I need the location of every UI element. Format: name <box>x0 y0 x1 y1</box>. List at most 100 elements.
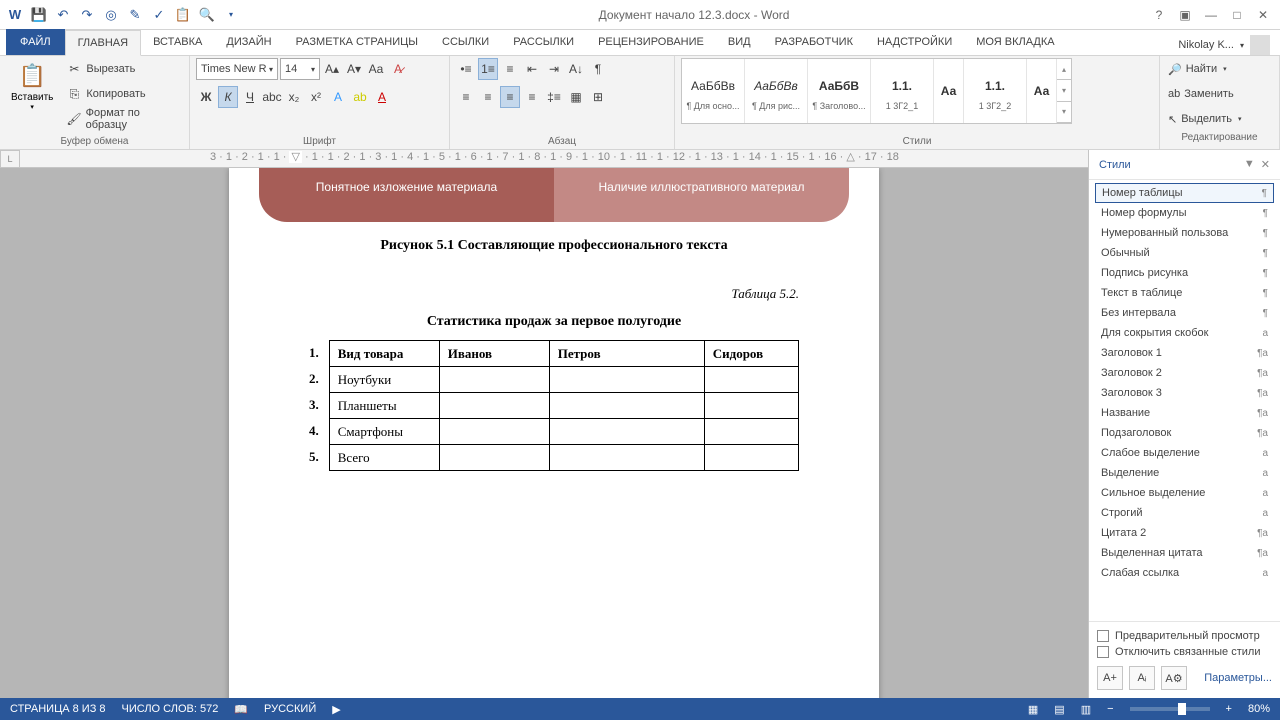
style-list-item[interactable]: Нумерованный пользова¶ <box>1095 223 1274 243</box>
view-print-icon[interactable]: ▤ <box>1054 703 1064 716</box>
format-painter-button[interactable]: 🖌Формат по образцу <box>62 108 183 130</box>
increase-indent-icon[interactable]: ⇥ <box>544 58 564 80</box>
style-list-item[interactable]: Строгийa <box>1095 503 1274 523</box>
tab-insert[interactable]: ВСТАВКА <box>141 29 214 55</box>
new-style-button[interactable]: A+ <box>1097 666 1123 690</box>
tab-file[interactable]: ФАЙЛ <box>6 29 65 55</box>
numbering-icon[interactable]: 1≡ <box>478 58 498 80</box>
save-icon[interactable]: 💾 <box>28 4 50 26</box>
bold-icon[interactable]: Ж <box>196 86 216 108</box>
align-center-icon[interactable]: ≡ <box>478 86 498 108</box>
style-list-item[interactable]: Обычный¶ <box>1095 243 1274 263</box>
language-status[interactable]: РУССКИЙ <box>264 703 316 715</box>
style-item[interactable]: АаБбВв¶ Для рис... <box>745 59 808 123</box>
tab-home[interactable]: ГЛАВНАЯ <box>65 30 141 56</box>
ruler-corner[interactable]: L <box>0 150 20 168</box>
disable-linked-checkbox[interactable]: Отключить связанные стили <box>1097 646 1272 658</box>
font-color-icon[interactable]: A <box>372 86 392 108</box>
zoom-level[interactable]: 80% <box>1248 703 1270 715</box>
view-read-icon[interactable]: ▦ <box>1028 703 1038 716</box>
tab-dev[interactable]: РАЗРАБОТЧИК <box>763 29 865 55</box>
view-web-icon[interactable]: ▥ <box>1081 703 1091 716</box>
pane-dropdown-icon[interactable]: ▼ <box>1244 158 1255 171</box>
borders-icon[interactable]: ⊞ <box>588 86 608 108</box>
redo-icon[interactable]: ↷ <box>76 4 98 26</box>
strike-icon[interactable]: abc <box>262 86 282 108</box>
manage-styles-button[interactable]: A⚙ <box>1161 666 1187 690</box>
tab-mail[interactable]: РАССЫЛКИ <box>501 29 586 55</box>
style-list-item[interactable]: Номер формулы¶ <box>1095 203 1274 223</box>
document-scroll[interactable]: Понятное изложение материала Наличие илл… <box>20 168 1088 698</box>
select-button[interactable]: ↖Выделить▾ <box>1168 108 1271 130</box>
qat-icon[interactable]: 🔍 <box>196 4 218 26</box>
grow-font-icon[interactable]: A▴ <box>322 58 342 80</box>
style-list-item[interactable]: Выделенная цитата¶a <box>1095 543 1274 563</box>
style-list-item[interactable]: Слабая ссылкаa <box>1095 563 1274 583</box>
change-case-icon[interactable]: Aa <box>366 58 386 80</box>
italic-icon[interactable]: К <box>218 86 238 108</box>
gallery-scroll[interactable]: ▴▾▾ <box>1057 59 1071 123</box>
style-list-item[interactable]: Выделениеa <box>1095 463 1274 483</box>
style-item[interactable]: Аа <box>934 59 964 123</box>
zoom-slider[interactable] <box>1130 707 1210 711</box>
tab-addins[interactable]: НАДСТРОЙКИ <box>865 29 964 55</box>
copy-button[interactable]: ⎘Копировать <box>62 83 183 105</box>
style-list-item[interactable]: Без интервала¶ <box>1095 303 1274 323</box>
replace-button[interactable]: abЗаменить <box>1168 83 1271 105</box>
style-list-item[interactable]: Подпись рисунка¶ <box>1095 263 1274 283</box>
style-list-item[interactable]: Подзаголовок¶a <box>1095 423 1274 443</box>
word-count[interactable]: ЧИСЛО СЛОВ: 572 <box>122 703 219 715</box>
style-item[interactable]: АаБбВ¶ Заголово... <box>808 59 871 123</box>
qat-icon[interactable]: ✎ <box>124 4 146 26</box>
font-size-combo[interactable]: 14▾ <box>280 58 320 80</box>
style-list-item[interactable]: Текст в таблице¶ <box>1095 283 1274 303</box>
style-inspector-button[interactable]: Aᵢ <box>1129 666 1155 690</box>
smartart-shape[interactable]: Понятное изложение материала Наличие илл… <box>259 168 849 222</box>
pane-close-icon[interactable]: ✕ <box>1261 158 1270 171</box>
qat-icon[interactable]: 📋 <box>172 4 194 26</box>
bullets-icon[interactable]: •≡ <box>456 58 476 80</box>
subscript-icon[interactable]: x₂ <box>284 86 304 108</box>
horizontal-ruler[interactable]: 3 · 1 · 2 · 1 · 1 · ▽ · 1 · 1 · 2 · 1 · … <box>20 150 1088 168</box>
find-button[interactable]: 🔎Найти▾ <box>1168 58 1271 80</box>
qat-dropdown-icon[interactable]: ▾ <box>220 4 242 26</box>
style-list[interactable]: Номер таблицы¶Номер формулы¶Нумерованный… <box>1089 180 1280 621</box>
sort-icon[interactable]: A↓ <box>566 58 586 80</box>
ribbon-options-icon[interactable]: ▣ <box>1174 5 1196 25</box>
maximize-icon[interactable]: □ <box>1226 5 1248 25</box>
text-effects-icon[interactable]: A <box>328 86 348 108</box>
paste-button[interactable]: 📋 Вставить ▾ <box>6 58 58 113</box>
styles-gallery[interactable]: АаБбВв¶ Для осно... АаБбВв¶ Для рис... А… <box>681 58 1072 124</box>
tab-refs[interactable]: ССЫЛКИ <box>430 29 501 55</box>
tab-mytab[interactable]: МОЯ ВКЛАДКА <box>964 29 1066 55</box>
tab-design[interactable]: ДИЗАЙН <box>214 29 283 55</box>
user-area[interactable]: Nikolay K... ▾ <box>1178 35 1280 55</box>
parameters-link[interactable]: Параметры... <box>1204 672 1272 684</box>
qat-icon[interactable]: ◎ <box>100 4 122 26</box>
style-list-item[interactable]: Цитата 2¶a <box>1095 523 1274 543</box>
spelling-icon[interactable]: 📖 <box>234 703 248 716</box>
style-list-item[interactable]: Для сокрытия скобокa <box>1095 323 1274 343</box>
zoom-in-icon[interactable]: + <box>1226 703 1232 715</box>
page-status[interactable]: СТРАНИЦА 8 ИЗ 8 <box>10 703 106 715</box>
zoom-out-icon[interactable]: − <box>1107 703 1113 715</box>
undo-icon[interactable]: ↶ <box>52 4 74 26</box>
clear-format-icon[interactable]: A̷ <box>388 58 408 80</box>
font-name-combo[interactable]: Times New R▾ <box>196 58 278 80</box>
style-list-item[interactable]: Заголовок 1¶a <box>1095 343 1274 363</box>
shrink-font-icon[interactable]: A▾ <box>344 58 364 80</box>
macro-icon[interactable]: ▶ <box>332 703 340 716</box>
style-list-item[interactable]: Слабое выделениеa <box>1095 443 1274 463</box>
cut-button[interactable]: ✂Вырезать <box>62 58 183 80</box>
line-spacing-icon[interactable]: ‡≡ <box>544 86 564 108</box>
style-list-item[interactable]: Заголовок 3¶a <box>1095 383 1274 403</box>
highlight-icon[interactable]: ab <box>350 86 370 108</box>
align-right-icon[interactable]: ≡ <box>500 86 520 108</box>
style-item[interactable]: Аа <box>1027 59 1057 123</box>
style-list-item[interactable]: Номер таблицы¶ <box>1095 183 1274 203</box>
justify-icon[interactable]: ≡ <box>522 86 542 108</box>
style-list-item[interactable]: Сильное выделениеa <box>1095 483 1274 503</box>
tab-layout[interactable]: РАЗМЕТКА СТРАНИЦЫ <box>284 29 430 55</box>
user-avatar-icon[interactable] <box>1250 35 1270 55</box>
style-item[interactable]: 1.1.1 3Г2_1 <box>871 59 934 123</box>
